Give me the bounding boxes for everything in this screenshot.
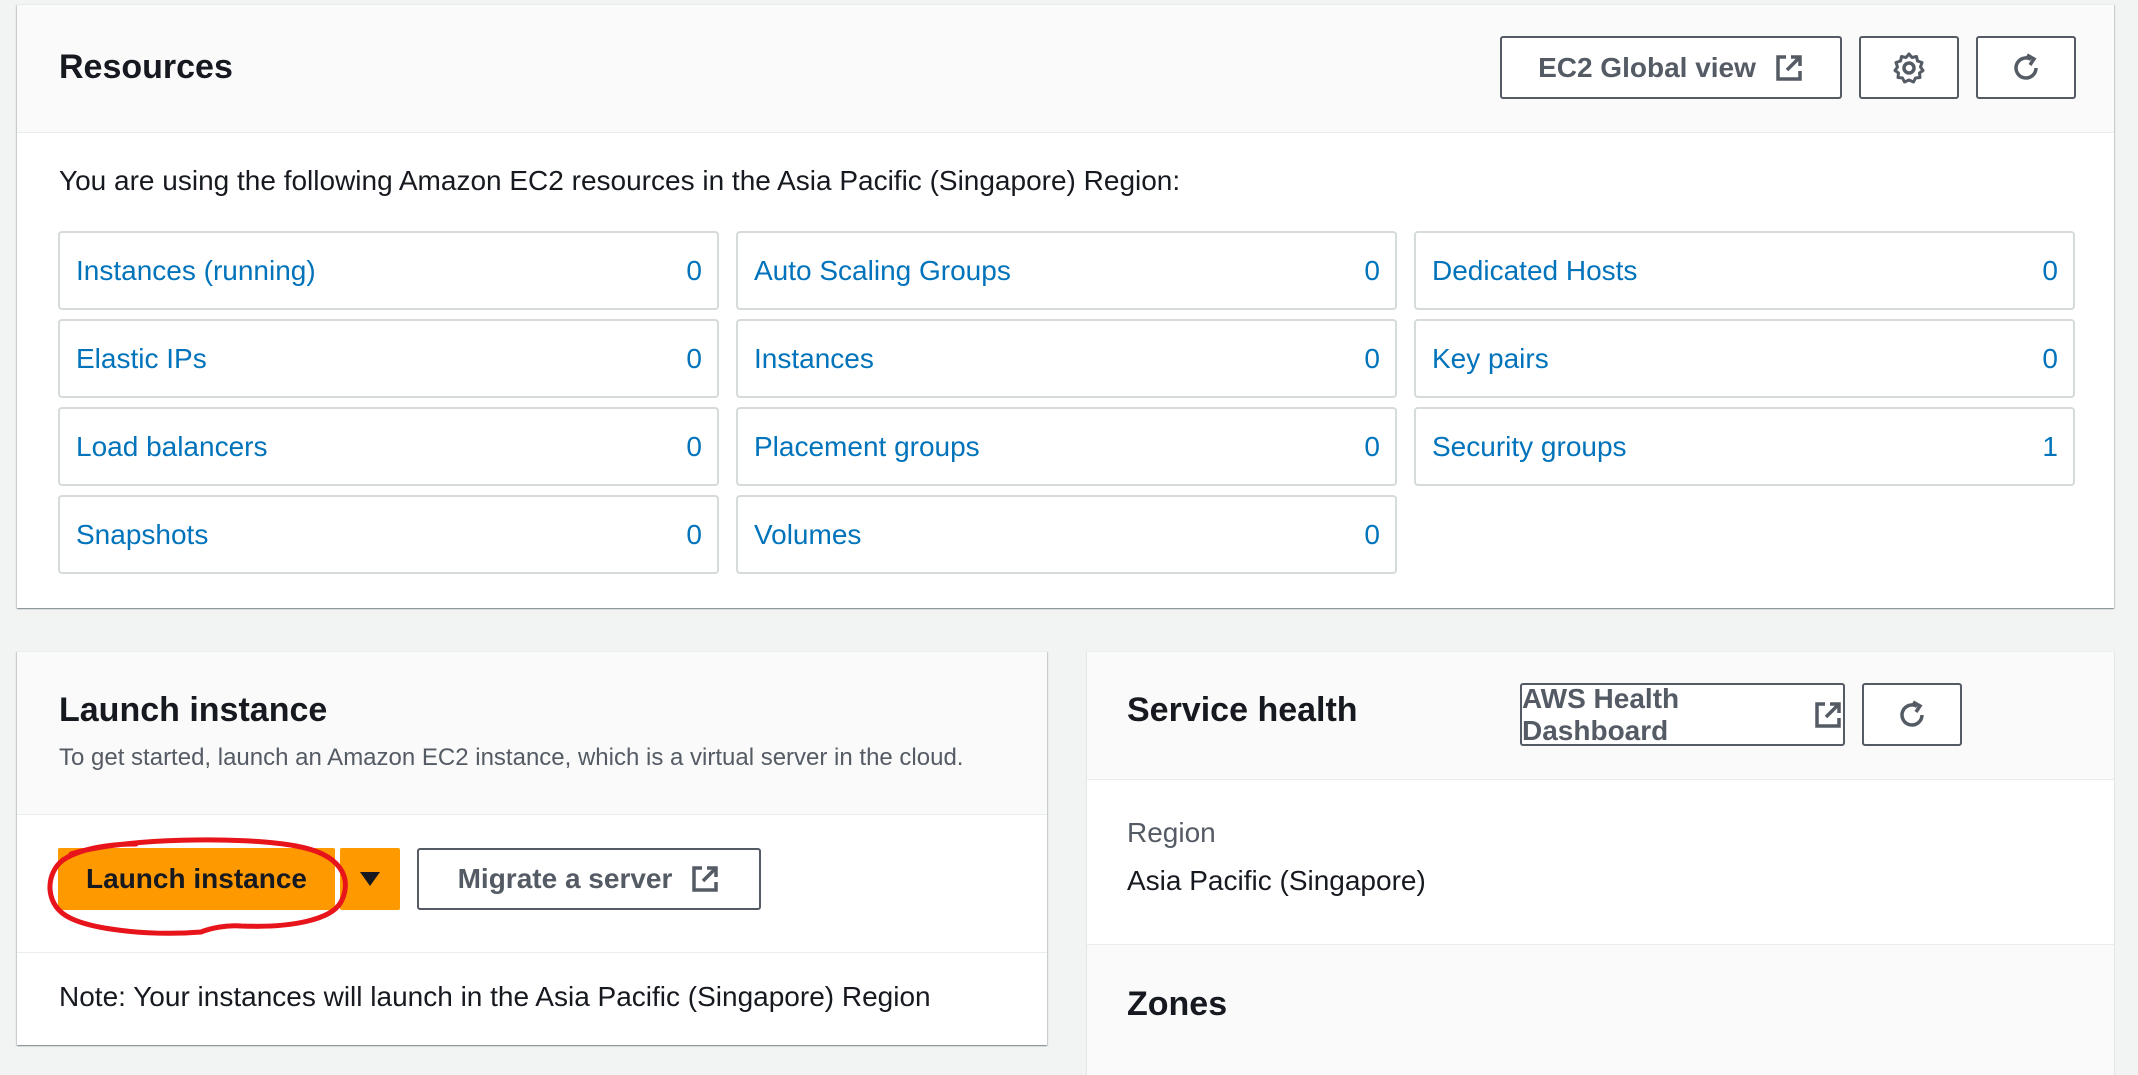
resource-card[interactable]: Placement groups 0 xyxy=(736,407,1397,486)
ec2-global-view-button[interactable]: EC2 Global view xyxy=(1500,36,1842,99)
preferences-button[interactable] xyxy=(1859,36,1959,99)
resources-intro: You are using the following Amazon EC2 r… xyxy=(59,165,1181,196)
caret-down-icon xyxy=(360,872,380,886)
refresh-health-button[interactable] xyxy=(1862,683,1962,746)
aws-health-dashboard-label: AWS Health Dashboard xyxy=(1522,682,1680,746)
resource-card[interactable]: Security groups 1 xyxy=(1414,407,2075,486)
launch-instance-dropdown-button[interactable] xyxy=(340,848,400,910)
resource-card[interactable]: Key pairs 0 xyxy=(1414,319,2075,398)
resource-count[interactable]: 0 xyxy=(2042,343,2058,375)
resource-link[interactable]: Key pairs xyxy=(1432,343,1549,375)
resource-count[interactable]: 0 xyxy=(2042,255,2058,287)
resource-card[interactable]: Snapshots 0 xyxy=(58,495,719,574)
zones-header xyxy=(1087,945,2114,1075)
resource-count[interactable]: 0 xyxy=(686,255,702,287)
external-link-icon xyxy=(692,866,719,892)
resource-card[interactable]: Instances 0 xyxy=(736,319,1397,398)
gear-icon xyxy=(1893,52,1925,83)
resource-card[interactable]: Instances (running) 0 xyxy=(58,231,719,310)
launch-instance-title: Launch instance xyxy=(59,691,328,729)
ec2-global-view-label: EC2 Global view xyxy=(1538,51,1756,83)
resource-card[interactable]: Elastic IPs 0 xyxy=(58,319,719,398)
resource-link[interactable]: Instances (running) xyxy=(76,255,316,287)
aws-health-dashboard-button[interactable]: AWS Health Dashboard xyxy=(1520,683,1845,746)
resource-count[interactable]: 0 xyxy=(1364,431,1380,463)
migrate-server-button[interactable]: Migrate a server xyxy=(417,848,761,910)
resource-link[interactable]: Instances xyxy=(754,343,874,375)
resource-link[interactable]: Auto Scaling Groups xyxy=(754,255,1011,287)
resource-link[interactable]: Load balancers xyxy=(76,431,267,463)
resource-card[interactable]: Auto Scaling Groups 0 xyxy=(736,231,1397,310)
service-health-panel: Service health AWS Health Dashboard Regi… xyxy=(1087,651,2114,1075)
resources-title: Resources xyxy=(59,48,233,86)
resource-link[interactable]: Security groups xyxy=(1432,431,1627,463)
launch-divider xyxy=(17,952,1047,953)
refresh-resources-button[interactable] xyxy=(1976,36,2076,99)
resource-card[interactable]: Dedicated Hosts 0 xyxy=(1414,231,2075,310)
launch-instance-button-label: Launch instance xyxy=(86,863,307,894)
zones-title: Zones xyxy=(1127,985,1228,1023)
refresh-icon xyxy=(2014,52,2038,80)
launch-region-note: Note: Your instances will launch in the … xyxy=(59,981,931,1012)
refresh-icon xyxy=(1900,699,1924,727)
external-link-icon xyxy=(1815,701,1841,728)
resource-card[interactable]: Load balancers 0 xyxy=(58,407,719,486)
resource-count[interactable]: 0 xyxy=(686,431,702,463)
resource-card[interactable]: Volumes 0 xyxy=(736,495,1397,574)
launch-instance-button[interactable]: Launch instance xyxy=(58,848,335,910)
resource-link[interactable]: Volumes xyxy=(754,519,861,551)
resource-count[interactable]: 0 xyxy=(1364,343,1380,375)
resource-count[interactable]: 0 xyxy=(1364,255,1380,287)
resource-count[interactable]: 1 xyxy=(2042,431,2058,463)
service-health-title: Service health xyxy=(1127,691,1358,729)
resource-count[interactable]: 0 xyxy=(686,343,702,375)
launch-instance-panel: Launch instance To get started, launch a… xyxy=(17,651,1047,1045)
resource-count[interactable]: 0 xyxy=(686,519,702,551)
migrate-server-label: Migrate a server xyxy=(457,863,673,894)
resource-count[interactable]: 0 xyxy=(1364,519,1380,551)
resource-link[interactable]: Snapshots xyxy=(76,519,208,551)
resources-panel: Resources EC2 Global view You are using … xyxy=(17,4,2114,608)
region-label: Region xyxy=(1127,817,1216,848)
launch-instance-subtitle: To get started, launch an Amazon EC2 ins… xyxy=(59,744,964,771)
resource-link[interactable]: Elastic IPs xyxy=(76,343,207,375)
region-value: Asia Pacific (Singapore) xyxy=(1127,865,1426,896)
external-link-icon xyxy=(1776,54,1802,81)
launch-instance-header xyxy=(17,652,1047,815)
resource-link[interactable]: Dedicated Hosts xyxy=(1432,255,1637,287)
resource-link[interactable]: Placement groups xyxy=(754,431,980,463)
